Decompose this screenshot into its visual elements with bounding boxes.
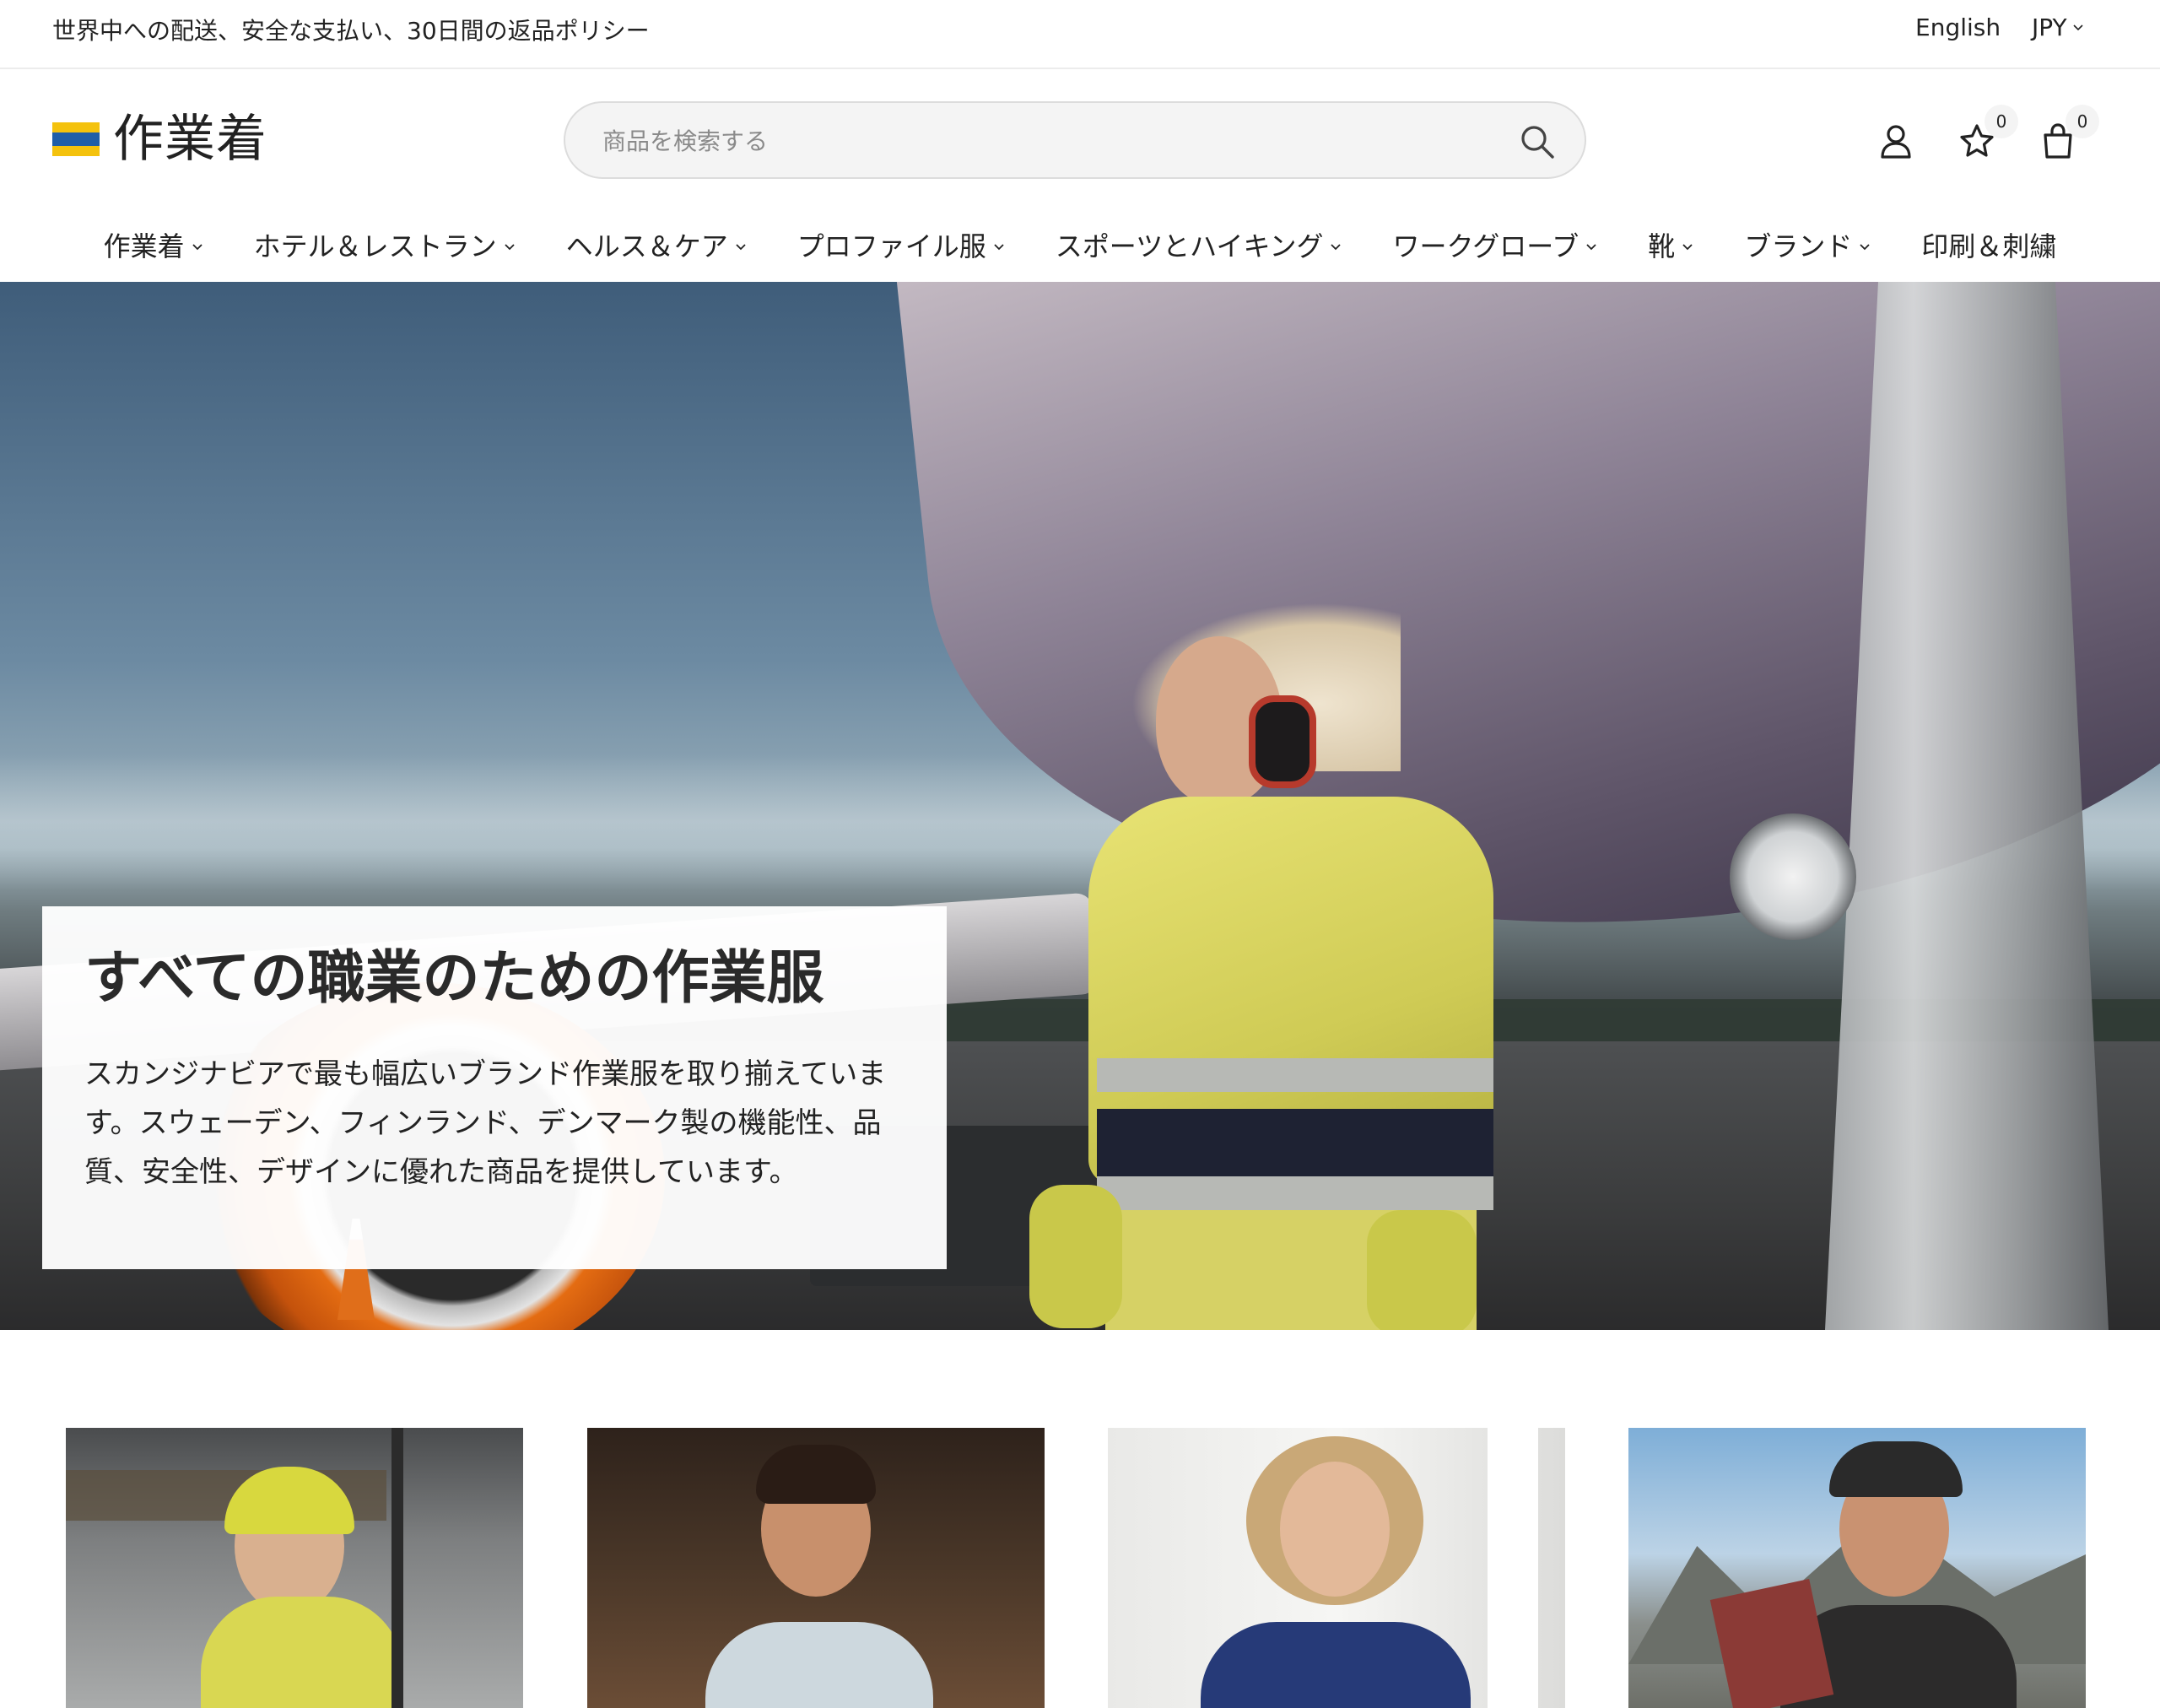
- nav-item-health-care[interactable]: ヘルス＆ケア: [566, 221, 748, 272]
- nav-item-label: ヘルス＆ケア: [565, 230, 728, 262]
- nav-item-label: ワークグローブ: [1392, 230, 1580, 262]
- nav-item-hotel-restaurant[interactable]: ホテル＆レストラン: [254, 221, 517, 272]
- chevron-down-icon: [1331, 244, 1342, 251]
- search-bar: [564, 101, 1586, 179]
- nav-item-label: プロファイル服: [796, 230, 986, 262]
- hero-text-card: すべての職業のための作業服 スカンジナビアで最も幅広いブランド作業服を取り揃えて…: [42, 906, 947, 1269]
- category-tile-sports-hiking[interactable]: [1628, 1428, 2086, 1708]
- nav-item-label: 印刷＆刺繍: [1921, 230, 2057, 262]
- category-tile-workwear[interactable]: [66, 1428, 523, 1708]
- hero-worker-figure: [1029, 603, 1502, 1330]
- nav-item-label: 作業着: [103, 230, 185, 262]
- category-tile-hotel-restaurant[interactable]: [587, 1428, 1045, 1708]
- chevron-down-icon: [2073, 24, 2083, 31]
- nav-item-label: スポーツとハイキング: [1055, 230, 1324, 262]
- nav-item-brands[interactable]: ブランド: [1744, 221, 1872, 272]
- main-navigation: 作業着 ホテル＆レストラン ヘルス＆ケア プロファイル服 スポーツとハイキング …: [0, 221, 2160, 272]
- currency-selector[interactable]: JPY: [2032, 14, 2084, 42]
- chevron-down-icon: [192, 244, 202, 251]
- nav-item-profile-clothing[interactable]: プロファイル服: [797, 221, 1007, 272]
- chevron-down-icon: [505, 244, 515, 251]
- nav-item-label: ホテル＆レストラン: [253, 230, 497, 262]
- cart-count-badge: 0: [2066, 105, 2099, 138]
- account-icon[interactable]: [1876, 122, 1915, 160]
- nav-item-print-embroidery[interactable]: 印刷＆刺繍: [1921, 221, 2056, 272]
- search-icon[interactable]: [1519, 123, 1556, 160]
- language-selector[interactable]: English: [1915, 14, 2001, 42]
- search-input[interactable]: [602, 118, 1480, 164]
- category-tile-health-care[interactable]: [1108, 1428, 1565, 1708]
- chevron-down-icon: [1586, 244, 1596, 251]
- chevron-down-icon: [736, 244, 746, 251]
- nav-item-label: ブランド: [1744, 230, 1853, 262]
- nav-item-shoes[interactable]: 靴: [1648, 221, 1695, 272]
- shipping-promo-text: 世界中への配送、安全な支払い、30日間の返品ポリシー: [52, 17, 650, 45]
- chevron-down-icon: [1682, 244, 1693, 251]
- hero-title: すべての職業のための作業服: [84, 945, 824, 1012]
- nav-item-label: 靴: [1648, 230, 1676, 262]
- hero-description: スカンジナビアで最も幅広いブランド作業服を取り揃えています。スウェーデン、フィン…: [84, 1057, 887, 1189]
- chevron-down-icon: [994, 244, 1004, 251]
- nav-item-workwear[interactable]: 作業着: [104, 221, 205, 272]
- nav-item-sports-hiking[interactable]: スポーツとハイキング: [1056, 221, 1344, 272]
- hero-banner: すべての職業のための作業服 スカンジナビアで最も幅広いブランド作業服を取り揃えて…: [0, 282, 2160, 1330]
- swedish-flag-logo-icon: [52, 122, 100, 156]
- currency-label: JPY: [2032, 14, 2067, 41]
- landing-light: [1730, 813, 1856, 940]
- wishlist-count-badge: 0: [1984, 105, 2018, 138]
- chevron-down-icon: [1860, 244, 1870, 251]
- logo-text: 作業着: [113, 110, 267, 169]
- nav-item-work-gloves[interactable]: ワークグローブ: [1392, 221, 1599, 272]
- site-logo[interactable]: 作業着: [52, 110, 267, 169]
- announcement-bar: 世界中への配送、安全な支払い、30日間の返品ポリシー English JPY: [0, 0, 2160, 69]
